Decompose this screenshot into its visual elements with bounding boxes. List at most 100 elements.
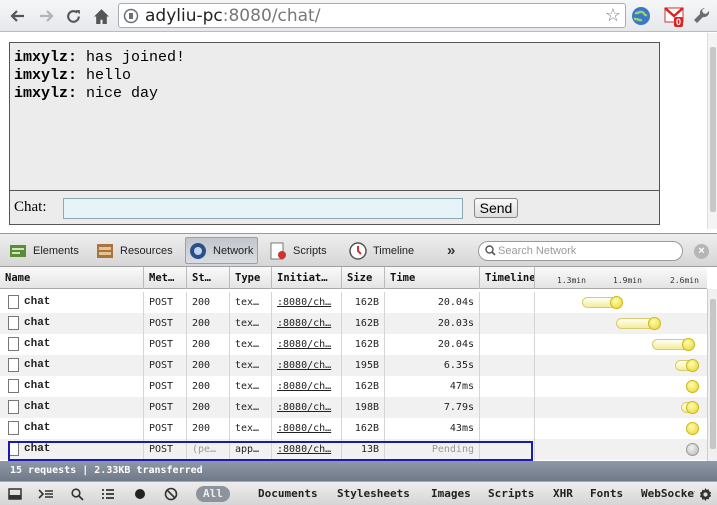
gmail-icon[interactable]: 0	[664, 5, 686, 27]
request-initiator[interactable]: :8080/ch…	[272, 376, 342, 397]
table-row[interactable]: chat POST 200 tex…:8080/ch… 162B 47ms	[0, 376, 707, 397]
request-initiator[interactable]: :8080/ch…	[272, 397, 342, 418]
col-method[interactable]: Met…	[144, 267, 187, 289]
request-time-text: 7.79s	[443, 402, 474, 413]
grid-scrollbar[interactable]	[707, 289, 717, 461]
tab-scripts[interactable]: Scripts	[268, 237, 327, 264]
request-time-text: 20.03s	[437, 318, 474, 329]
page-scroll-thumb[interactable]	[710, 47, 716, 212]
dock-icon[interactable]	[5, 485, 25, 503]
bookmark-star-icon[interactable]: ☆	[605, 5, 621, 26]
elements-icon	[8, 241, 28, 261]
table-row[interactable]: chat POST 200 tex…:8080/ch… 162B 20.04s	[0, 292, 707, 313]
request-name: chat	[0, 376, 144, 397]
more-tabs-button[interactable]: »	[447, 242, 455, 259]
request-initiator[interactable]: :8080/ch…	[272, 313, 342, 334]
col-time[interactable]: Time	[385, 267, 480, 289]
request-type: tex…	[230, 334, 272, 355]
chat-user: imxylz:	[14, 49, 78, 66]
request-initiator[interactable]: :8080/ch…	[272, 292, 342, 313]
tab-network[interactable]: Network	[185, 237, 259, 264]
browser-toolbar: adyliu-pc:8080/chat/ ☆ 0	[0, 0, 717, 32]
url-text: adyliu-pc:8080/chat/	[145, 6, 320, 26]
tab-resources[interactable]: Resources	[95, 237, 173, 264]
request-method: POST	[144, 376, 187, 397]
table-row[interactable]: chat POST 200 tex…:8080/ch… 162B 20.03s	[0, 313, 707, 334]
clear-icon[interactable]	[161, 485, 181, 503]
request-size-text: 198B	[354, 402, 379, 413]
table-row[interactable]: chat POST 200 tex…:8080/ch… 198B 7.79s	[0, 397, 707, 418]
wrench-menu-icon[interactable]	[692, 6, 714, 28]
forward-arrow-icon[interactable]	[34, 4, 58, 28]
timeline-spacer	[480, 376, 535, 397]
tab-elements[interactable]: Elements	[8, 237, 79, 264]
request-time-text: 47ms	[449, 381, 474, 392]
document-icon	[8, 358, 19, 372]
address-bar[interactable]: adyliu-pc:8080/chat/ ☆	[118, 3, 626, 28]
table-row[interactable]: chat POST 200 tex…:8080/ch… 162B 43ms	[0, 418, 707, 439]
request-method: POST	[144, 334, 187, 355]
request-time: 20.04s	[385, 292, 480, 313]
request-method-text: POST	[149, 381, 174, 392]
gmail-badge: 0	[674, 17, 684, 27]
chat-message: imxylz: hello	[14, 67, 655, 85]
tab-label: Scripts	[293, 244, 327, 257]
settings-gear-icon[interactable]	[695, 485, 715, 503]
chat-text: has joined!	[86, 49, 186, 66]
list-view-icon[interactable]	[98, 485, 118, 503]
chat-user: imxylz:	[14, 67, 78, 84]
request-name: chat	[0, 313, 144, 334]
timeline-end-marker	[686, 401, 699, 414]
request-status: 200	[187, 292, 230, 313]
request-type: tex…	[230, 313, 272, 334]
timeline-end-marker	[648, 317, 662, 330]
table-row[interactable]: chat POST 200 tex…:8080/ch… 162B 20.04s	[0, 334, 707, 355]
col-initiator[interactable]: Initiat…	[272, 267, 342, 289]
grid-scroll-thumb[interactable]	[710, 299, 716, 449]
request-method: POST	[144, 418, 187, 439]
send-button[interactable]: Send	[474, 198, 518, 218]
table-row[interactable]: chat POST 200 tex…:8080/ch… 195B 6.35s	[0, 355, 707, 376]
search-network-field[interactable]	[478, 241, 683, 261]
filter-images[interactable]: Images	[431, 486, 471, 502]
request-method: POST	[144, 355, 187, 376]
console-icon[interactable]	[36, 485, 56, 503]
close-devtools-button[interactable]: ×	[694, 244, 709, 259]
tab-timeline[interactable]: Timeline	[348, 237, 414, 264]
request-name: chat	[0, 292, 144, 313]
col-type[interactable]: Type	[230, 267, 272, 289]
col-timeline[interactable]: Timeline	[480, 267, 535, 289]
filter-all[interactable]: All	[196, 486, 230, 502]
request-size: 162B	[342, 292, 385, 313]
request-size: 162B	[342, 418, 385, 439]
chat-input[interactable]	[63, 198, 463, 219]
back-arrow-icon[interactable]	[6, 4, 30, 28]
search-icon[interactable]	[67, 485, 87, 503]
request-type: tex…	[230, 355, 272, 376]
page-scrollbar[interactable]	[707, 33, 717, 229]
search-network-input[interactable]	[498, 244, 678, 258]
request-name-text: chat	[24, 380, 51, 392]
document-icon	[8, 400, 19, 414]
filter-websockets[interactable]: WebSockets	[641, 486, 695, 502]
filter-fonts[interactable]: Fonts	[590, 486, 623, 502]
request-initiator[interactable]: :8080/ch…	[272, 418, 342, 439]
reload-icon[interactable]	[61, 4, 85, 28]
request-initiator[interactable]: :8080/ch…	[272, 355, 342, 376]
filter-documents[interactable]: Documents	[258, 486, 318, 502]
col-size[interactable]: Size	[342, 267, 385, 289]
chat-input-bar: Chat: Send	[9, 191, 660, 225]
request-status: 200	[187, 334, 230, 355]
web-page: imxylz: has joined! imxylz: hello imxylz…	[0, 33, 707, 227]
record-icon[interactable]	[130, 485, 150, 503]
filter-stylesheets[interactable]: Stylesheets	[337, 486, 410, 502]
home-icon[interactable]	[89, 4, 113, 28]
globe-extension-icon[interactable]	[630, 5, 652, 27]
filter-scripts[interactable]: Scripts	[488, 486, 534, 502]
filter-xhr[interactable]: XHR	[553, 486, 573, 502]
col-status[interactable]: St…	[187, 267, 230, 289]
tab-label: Timeline	[373, 244, 415, 257]
col-name[interactable]: Name	[0, 267, 144, 289]
request-initiator[interactable]: :8080/ch…	[272, 334, 342, 355]
document-icon	[8, 337, 19, 351]
